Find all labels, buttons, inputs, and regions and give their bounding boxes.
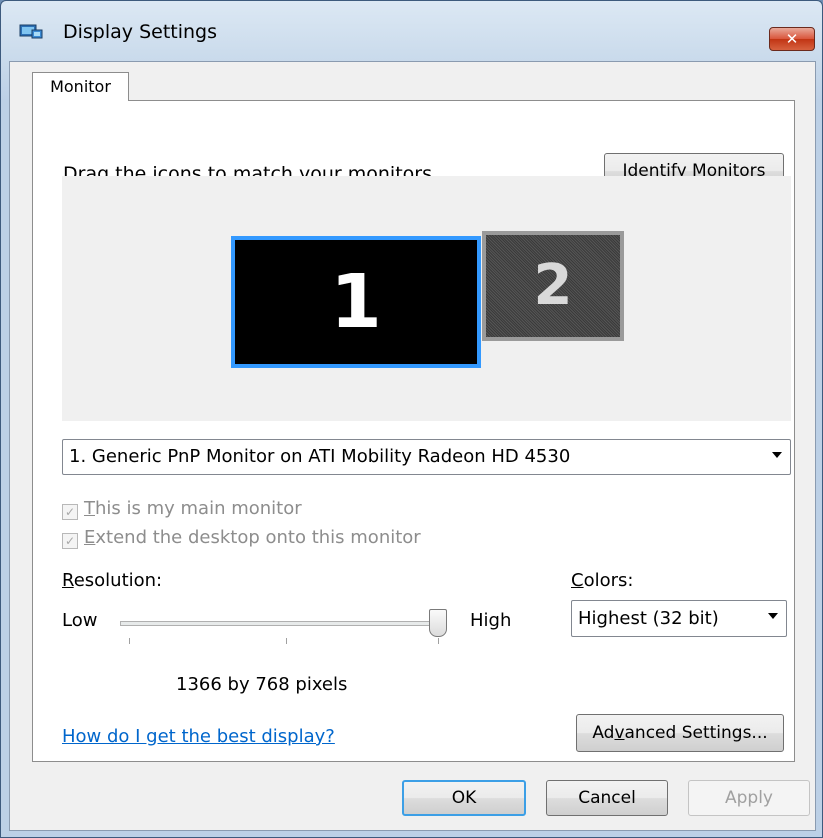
slider-tick	[438, 638, 439, 644]
ok-button[interactable]: OK	[402, 780, 526, 816]
cancel-button[interactable]: Cancel	[546, 780, 668, 816]
tab-monitor[interactable]: Monitor	[32, 72, 129, 101]
slider-tick	[129, 638, 130, 644]
dialog-client-area: Monitor Drag the icons to match your mon…	[9, 61, 816, 831]
monitor-select[interactable]: 1. Generic PnP Monitor on ATI Mobility R…	[62, 439, 791, 475]
chevron-down-icon	[772, 452, 782, 458]
close-button[interactable]: ✕	[769, 27, 815, 51]
advanced-settings-button[interactable]: Advanced Settings...	[576, 714, 784, 752]
checkbox-checked-icon: ✓	[62, 533, 78, 549]
colors-select[interactable]: Highest (32 bit)	[571, 600, 787, 637]
monitor-1-icon[interactable]: 1	[231, 236, 481, 368]
title-bar[interactable]: Display Settings ✕	[1, 1, 822, 51]
main-monitor-checkbox[interactable]: ✓ This is my main monitor	[62, 498, 302, 520]
apply-button[interactable]: Apply	[688, 780, 810, 816]
resolution-high-label: High	[470, 610, 512, 631]
resolution-slider-thumb[interactable]	[429, 609, 447, 637]
resolution-low-label: Low	[62, 610, 98, 631]
checkbox-checked-icon: ✓	[62, 504, 78, 520]
display-settings-icon	[19, 24, 43, 39]
monitor-2-icon[interactable]: 2	[482, 231, 624, 341]
resolution-slider-track[interactable]	[120, 621, 442, 626]
extend-desktop-checkbox[interactable]: ✓ Extend the desktop onto this monitor	[62, 527, 421, 549]
close-icon: ✕	[785, 30, 799, 48]
resolution-value: 1366 by 768 pixels	[176, 674, 348, 695]
help-link[interactable]: How do I get the best display?	[62, 726, 335, 747]
slider-tick	[286, 638, 287, 644]
resolution-label: Resolution:	[62, 570, 163, 591]
colors-label: Colors:	[571, 570, 634, 591]
window-title: Display Settings	[63, 21, 218, 43]
display-settings-window: Display Settings ✕ Monitor Drag the icon…	[0, 0, 823, 838]
monitor-arrangement-area: 1 2	[62, 176, 791, 421]
chevron-down-icon	[768, 613, 778, 619]
